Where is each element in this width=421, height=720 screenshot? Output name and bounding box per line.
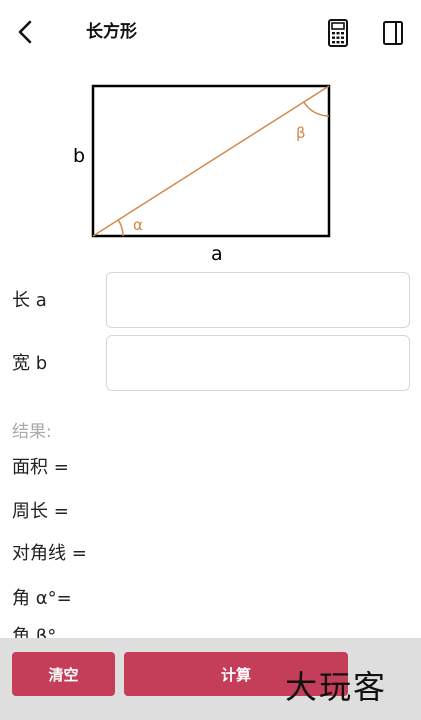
result-diagonal: 对角线 =: [12, 543, 87, 564]
action-bar: 清空 计算 大玩客: [0, 638, 421, 720]
width-input[interactable]: [106, 335, 410, 391]
back-icon[interactable]: [12, 16, 40, 48]
app-header: 长方形: [0, 0, 421, 64]
result-area: 面积 =: [12, 457, 69, 478]
result-angle-beta: 角 β°: [12, 626, 57, 638]
clear-button[interactable]: 清空: [12, 652, 115, 696]
length-label: 长 a: [12, 290, 47, 311]
width-label: 宽 b: [12, 353, 48, 374]
main-content: α β b a 长 a 宽 b 结果: 面积 = 周长 = 对角线 = 角 α°…: [0, 64, 421, 638]
watermark-logo: 大玩客: [285, 668, 388, 706]
side-a-label: a: [211, 243, 223, 265]
alpha-label: α: [133, 216, 143, 234]
calculator-icon[interactable]: [326, 18, 350, 48]
result-perimeter: 周长 =: [12, 501, 69, 522]
diagonal-line: [92, 85, 330, 237]
beta-arc: [303, 101, 330, 117]
beta-label: β: [296, 124, 306, 142]
side-panel-icon[interactable]: [382, 20, 404, 46]
side-b-label: b: [73, 145, 85, 167]
length-input[interactable]: [106, 272, 410, 328]
page-title: 长方形: [86, 22, 137, 42]
result-angle-alpha: 角 α°=: [12, 588, 72, 609]
rectangle-diagram: α β b a: [73, 84, 331, 265]
alpha-arc: [117, 219, 124, 237]
results-heading: 结果:: [12, 422, 52, 442]
